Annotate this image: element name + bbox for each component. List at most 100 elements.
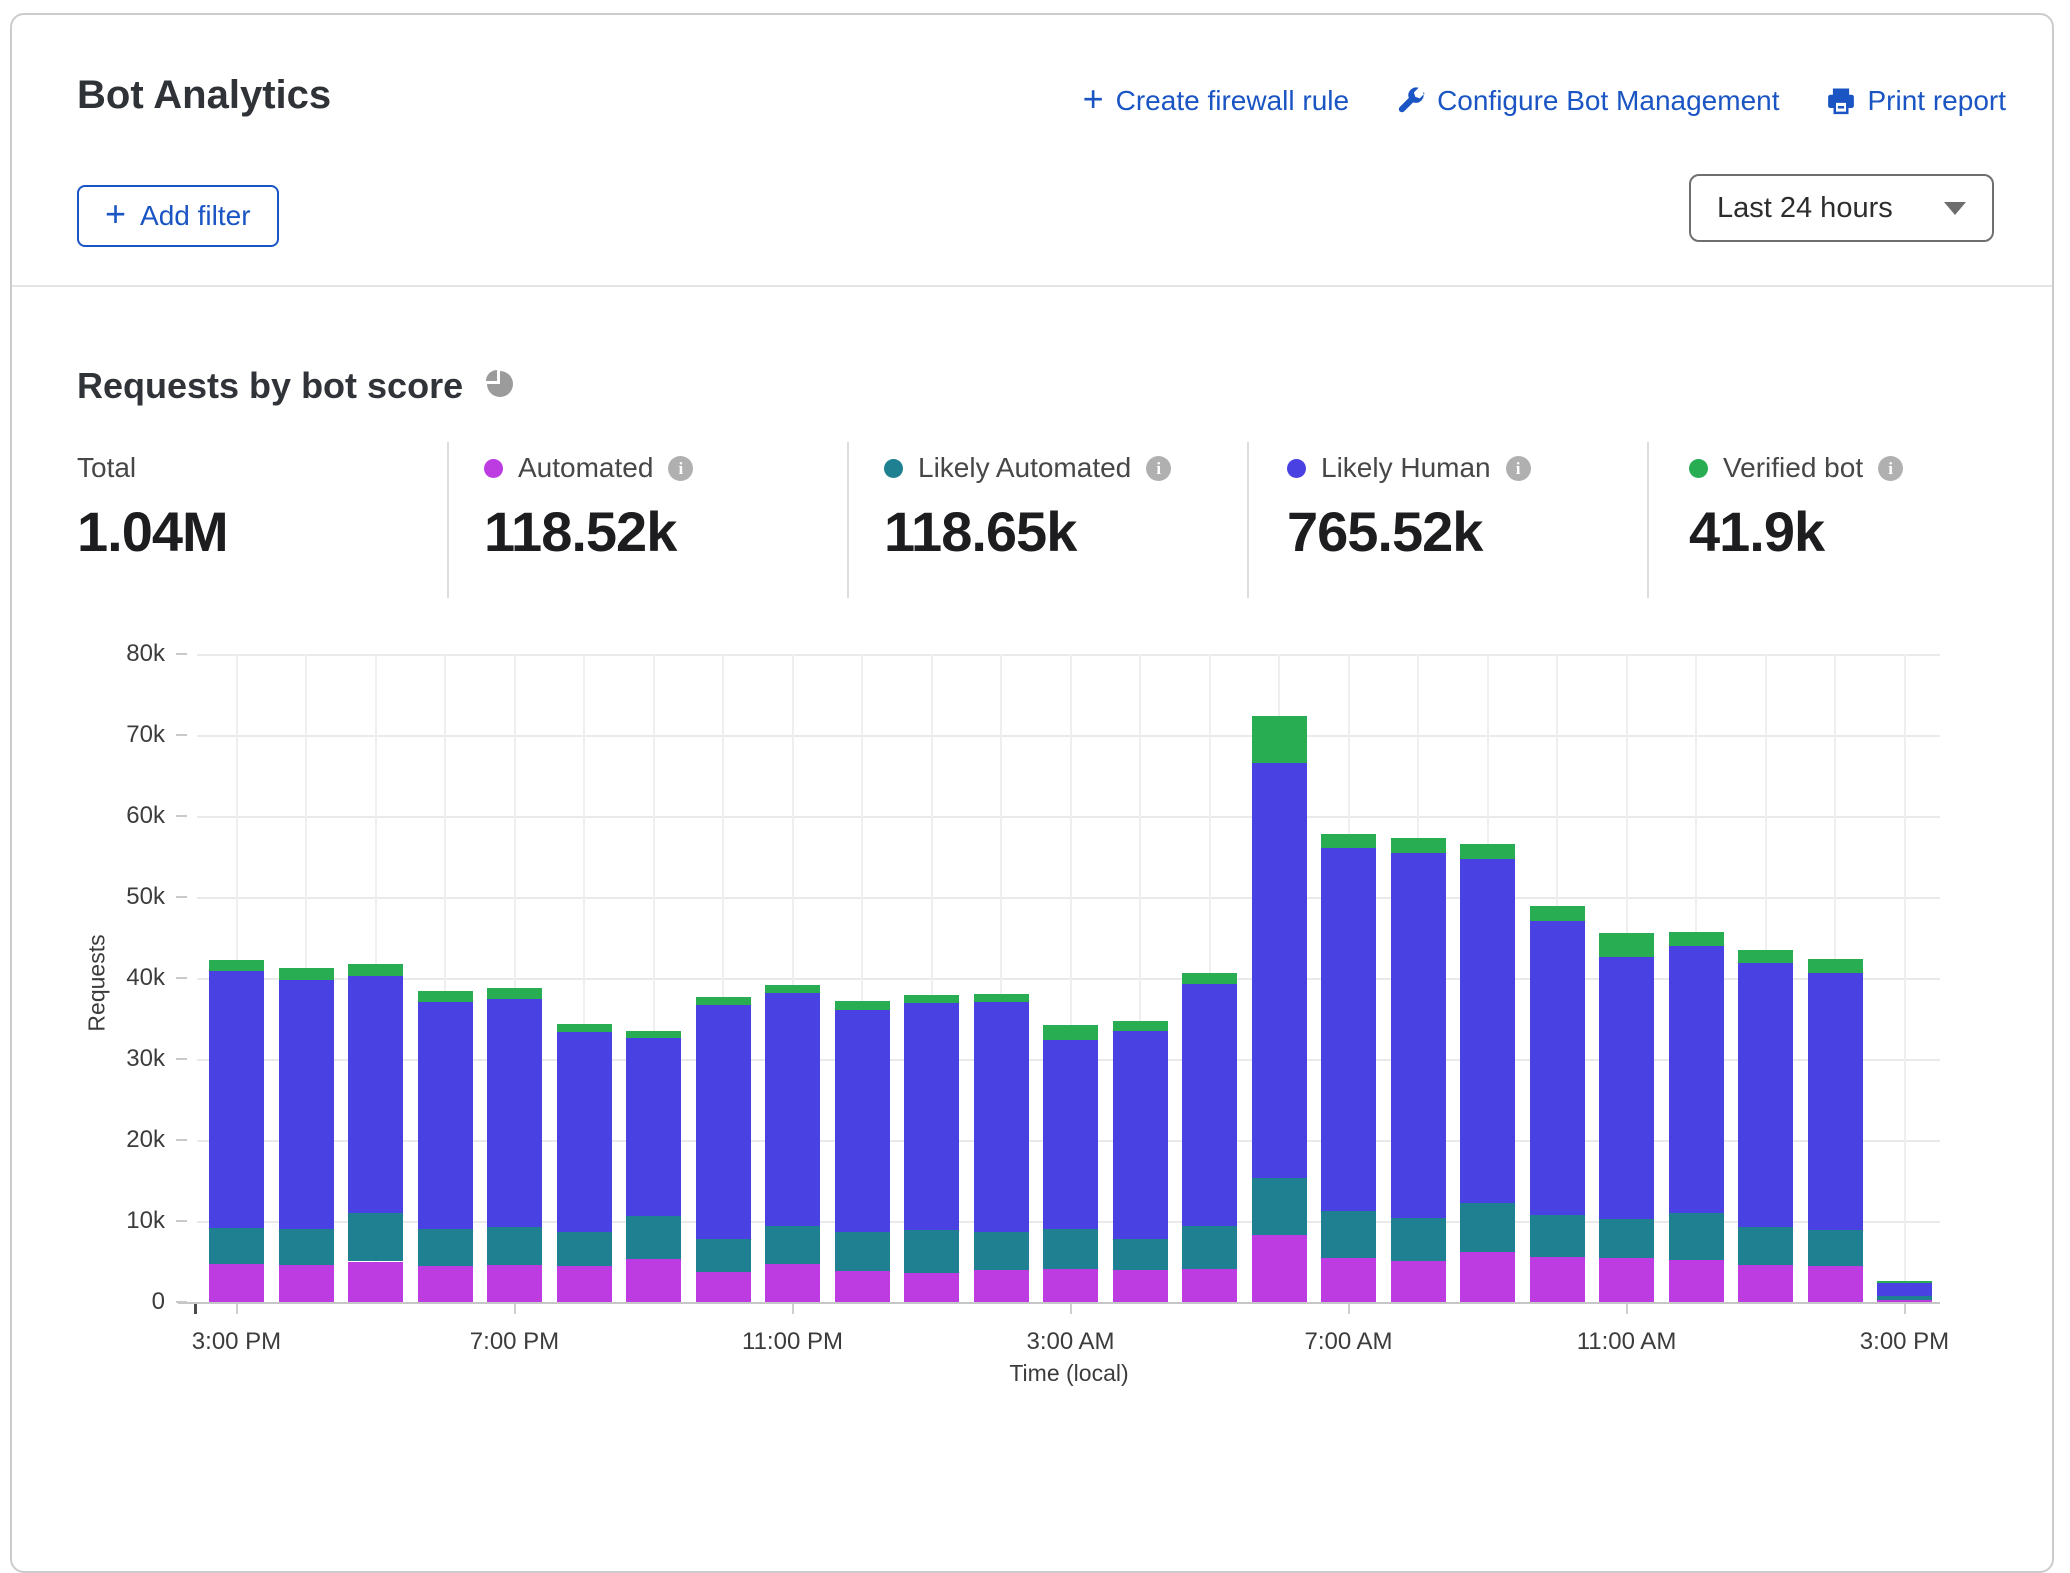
bar-segment-likely-automated [765,1226,820,1264]
bar-segment-automated [1391,1261,1446,1302]
h-gridline [197,816,1940,818]
bar-segment-likely-human [904,1003,959,1230]
stat-automated: Automated 118.52k [484,453,693,564]
bar-segment-likely-human [1460,859,1515,1203]
y-axis-tick [176,653,187,655]
bar-segment-verified-bot [209,960,264,971]
print-report-link[interactable]: Print report [1826,85,2007,117]
stat-total-label: Total [77,452,136,484]
y-tick-label: 0 [55,1288,165,1316]
h-gridline [197,897,1940,899]
bar-segment-verified-bot [1530,906,1585,921]
bar-segment-likely-automated [974,1232,1029,1270]
bar-segment-automated [209,1264,264,1302]
y-axis-tick [176,1058,187,1060]
bar-segment-likely-human [626,1038,681,1216]
bar-segment-verified-bot [1182,973,1237,984]
bar-segment-verified-bot [279,968,334,979]
automated-legend-dot [484,459,503,478]
y-axis-tick [176,734,187,736]
bar-segment-verified-bot [418,991,473,1002]
bar-segment-automated [1043,1269,1098,1302]
create-firewall-rule-link[interactable]: + Create firewall rule [1083,85,1349,117]
plus-icon: + [105,202,126,226]
bar-segment-verified-bot [348,964,403,975]
bar-segment-automated [1182,1269,1237,1302]
verified-bot-legend-dot [1689,459,1708,478]
y-tick-label: 50k [55,883,165,911]
x-tick-label: 7:00 PM [420,1328,610,1356]
info-icon[interactable] [1506,456,1531,481]
v-gridline [1904,654,1906,1302]
x-tick-label: 3:00 PM [142,1328,332,1356]
bar-segment-likely-human [557,1032,612,1232]
bar-segment-likely-human [1877,1283,1932,1297]
x-axis-tick [514,1304,516,1314]
bar-segment-automated [696,1272,751,1302]
stat-divider [1247,442,1249,598]
bar-segment-likely-human [1669,946,1724,1212]
stat-verified-bot-value: 41.9k [1689,499,1903,564]
stat-verified-bot: Verified bot 41.9k [1689,453,1903,564]
bar-segment-likely-human [1808,973,1863,1230]
add-filter-button[interactable]: + Add filter [77,185,279,247]
info-icon[interactable] [1146,456,1171,481]
bar-segment-verified-bot [1877,1281,1932,1283]
bar-segment-likely-human [1113,1031,1168,1239]
x-tick-label: 3:00 PM [1810,1328,2000,1356]
info-icon[interactable] [1878,456,1903,481]
x-axis-line [178,1302,1940,1304]
bar-segment-verified-bot [1808,959,1863,974]
bar-segment-likely-human [209,971,264,1229]
bar-segment-likely-automated [1669,1213,1724,1260]
bar-segment-likely-human [1043,1040,1098,1229]
x-axis-tick [1070,1304,1072,1314]
stat-total-value: 1.04M [77,499,228,564]
stat-likely-human: Likely Human 765.52k [1287,453,1531,564]
bar-segment-automated [1599,1258,1654,1302]
bar-segment-likely-automated [487,1227,542,1265]
chevron-down-icon [1944,202,1966,215]
x-axis-tick [1348,1304,1350,1314]
bar-segment-verified-bot [1669,932,1724,947]
y-axis-tick [176,1301,187,1303]
bar-segment-likely-human [1252,763,1307,1179]
bar-segment-verified-bot [1252,716,1307,763]
y-tick-label: 10k [55,1207,165,1235]
bar-segment-likely-human [1182,984,1237,1225]
bar-segment-automated [418,1266,473,1302]
requests-by-bot-score-chart: Requests Time (local) 010k20k30k40k50k60… [0,600,2070,1394]
time-range-value: Last 24 hours [1717,192,1893,225]
time-range-select[interactable]: Last 24 hours [1689,174,1994,242]
bar-segment-verified-bot [765,985,820,992]
bar-segment-verified-bot [1391,838,1446,853]
bar-segment-likely-human [1738,963,1793,1227]
bar-segment-likely-automated [1113,1239,1168,1271]
y-tick-label: 80k [55,640,165,668]
bar-segment-automated [1530,1257,1585,1302]
bar-segment-verified-bot [1738,950,1793,962]
bar-segment-automated [1738,1265,1793,1302]
bar-segment-likely-automated [1391,1218,1446,1261]
bar-segment-likely-automated [1808,1230,1863,1266]
bar-segment-automated [974,1270,1029,1302]
bar-segment-automated [835,1271,890,1302]
bar-segment-automated [765,1264,820,1302]
likely-automated-legend-dot [884,459,903,478]
bar-segment-likely-automated [1599,1219,1654,1258]
y-axis-tick [176,815,187,817]
bar-segment-likely-automated [904,1230,959,1273]
bar-segment-verified-bot [696,997,751,1005]
bar-segment-automated [1808,1266,1863,1302]
stat-likely-automated: Likely Automated 118.65k [884,453,1171,564]
bar-segment-likely-automated [696,1239,751,1272]
configure-bot-management-link[interactable]: Configure Bot Management [1395,85,1779,117]
info-icon[interactable] [668,456,693,481]
bar-segment-automated [626,1259,681,1302]
x-tick-label: 3:00 AM [976,1328,1166,1356]
bar-segment-likely-human [765,993,820,1226]
bar-segment-likely-human [974,1002,1029,1231]
bar-segment-likely-human [418,1002,473,1229]
bar-segment-likely-human [1530,921,1585,1215]
bar-segment-likely-automated [1252,1178,1307,1235]
